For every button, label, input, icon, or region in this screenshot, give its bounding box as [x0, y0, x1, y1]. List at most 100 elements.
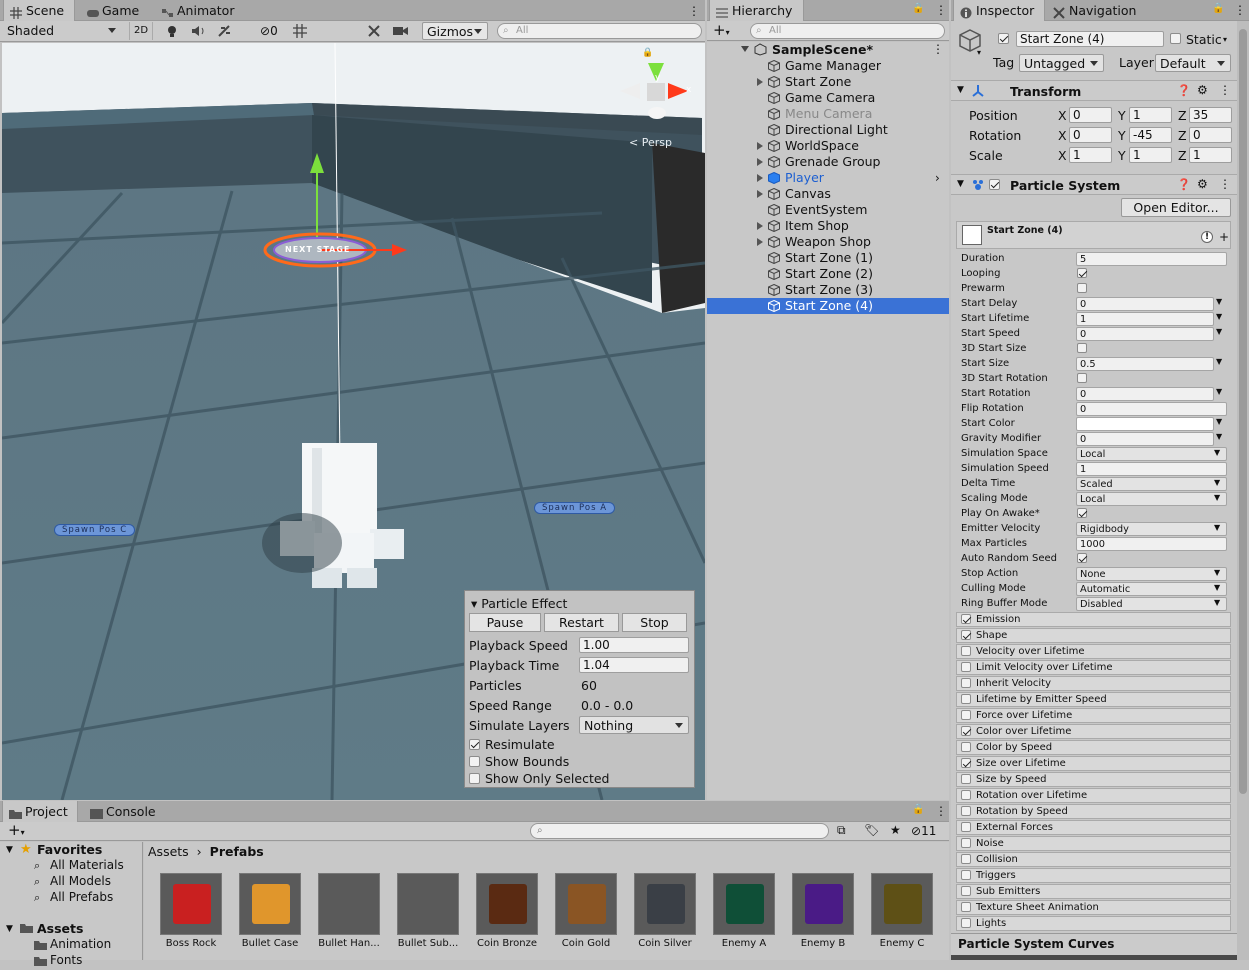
ps-module-row[interactable]: External Forces [956, 820, 1231, 835]
ps-module-row[interactable]: Size over Lifetime [956, 756, 1231, 771]
ps-module-row[interactable]: Size by Speed [956, 772, 1231, 787]
ps-module-checkbox[interactable] [961, 806, 971, 816]
more-menu-icon[interactable]: ⋮ [932, 42, 944, 56]
dropdown-arrow-icon[interactable]: ▼ [1216, 357, 1222, 366]
restart-button[interactable]: Restart [544, 613, 619, 632]
breadcrumb-prefabs[interactable]: Prefabs [210, 844, 264, 859]
expand-arrow-icon[interactable] [757, 222, 763, 230]
ps-prop-field[interactable]: 5 [1076, 252, 1227, 266]
gizmos-dropdown[interactable]: Gizmos [422, 22, 488, 40]
asset-thumbnail[interactable] [713, 873, 775, 935]
hierarchy-item[interactable]: Directional Light [707, 122, 949, 138]
dropdown-arrow-icon[interactable]: ▼ [1216, 312, 1222, 321]
ps-module-row[interactable]: Color by Speed [956, 740, 1231, 755]
ps-prop-field[interactable]: 0.5 [1076, 357, 1214, 371]
ps-module-checkbox[interactable] [961, 918, 971, 928]
transform-scale-z-field[interactable]: 1 [1189, 147, 1232, 163]
ps-prop-checkbox[interactable] [1077, 343, 1087, 353]
hierarchy-item[interactable]: Item Shop [707, 218, 949, 234]
asset-thumbnail[interactable] [792, 873, 854, 935]
ps-module-row[interactable]: Color over Lifetime [956, 724, 1231, 739]
hierarchy-search-input[interactable]: ⌕ All [750, 23, 945, 39]
pause-button[interactable]: Pause [469, 613, 541, 632]
open-editor-button[interactable]: Open Editor... [1121, 198, 1231, 217]
transform-scale-y-field[interactable]: 1 [1129, 147, 1172, 163]
lock-icon[interactable]: 🔒 [1212, 3, 1224, 14]
spawn-pos-c-label[interactable]: Spawn Pos C [54, 524, 136, 536]
tab-navigation[interactable]: Navigation [1047, 0, 1147, 21]
transform-header[interactable]: ▼ Transform ❓ ⚙ ⋮ [951, 80, 1237, 101]
icon-dropdown-arrow[interactable]: ▾ [977, 48, 981, 57]
transform-rotation-x-field[interactable]: 0 [1069, 127, 1112, 143]
settings-icon[interactable]: ⚙ [1197, 83, 1208, 97]
hierarchy-item[interactable]: EventSystem [707, 202, 949, 218]
ps-module-checkbox[interactable] [961, 886, 971, 896]
scene-search-input[interactable]: ⌕ All [497, 23, 702, 39]
dropdown-arrow-icon[interactable]: ▼ [1216, 432, 1222, 441]
asset-thumbnail[interactable] [871, 873, 933, 935]
ps-module-row[interactable]: Noise [956, 836, 1231, 851]
ps-module-checkbox[interactable] [961, 694, 971, 704]
ps-module-checkbox[interactable] [961, 902, 971, 912]
favorite-item[interactable]: All Models [50, 874, 111, 888]
ps-prop-checkbox[interactable] [1077, 268, 1087, 278]
ps-module-row[interactable]: Rotation by Speed [956, 804, 1231, 819]
ps-module-checkbox[interactable] [961, 710, 971, 720]
ps-color-field[interactable] [1076, 417, 1214, 431]
lighting-icon[interactable] [165, 24, 179, 41]
dropdown-arrow-icon[interactable]: ▼ [1216, 297, 1222, 306]
more-menu-icon[interactable]: ⋮ [1219, 177, 1231, 191]
tab-inspector[interactable]: Inspector [953, 0, 1045, 21]
ps-prop-field[interactable]: 1000 [1076, 537, 1227, 551]
ps-main-module-header[interactable]: Start Zone (4) ! + [956, 221, 1231, 249]
spawn-pos-a-label[interactable]: Spawn Pos A [534, 502, 616, 514]
hierarchy-item[interactable]: Start Zone (1) [707, 250, 949, 266]
audio-icon[interactable] [191, 24, 207, 41]
project-search-input[interactable]: ⌕ [530, 823, 829, 839]
expand-arrow-icon[interactable] [757, 142, 763, 150]
particle-system-curves-header[interactable]: Particle System Curves [951, 933, 1237, 955]
playback-speed-field[interactable]: 1.00 [579, 637, 689, 653]
ps-prop-select[interactable]: Scaled [1076, 477, 1227, 491]
ps-prop-field[interactable]: 1 [1076, 312, 1214, 326]
hierarchy-item[interactable]: Player › [707, 170, 949, 186]
simulate-layers-dropdown[interactable]: Nothing [579, 716, 689, 734]
tab-animator[interactable]: Animator [155, 0, 240, 21]
favorites-label[interactable]: Favorites [37, 842, 102, 857]
tab-project[interactable]: Project [2, 801, 78, 822]
label-icon[interactable]: 🏷 [864, 823, 879, 837]
ps-prop-field[interactable]: 0 [1076, 387, 1214, 401]
effects-icon[interactable] [217, 24, 233, 41]
expand-arrow-icon[interactable]: ▼ [6, 845, 13, 855]
ps-module-checkbox[interactable] [961, 646, 971, 656]
transform-rotation-z-field[interactable]: 0 [1189, 127, 1232, 143]
ps-module-checkbox[interactable] [961, 790, 971, 800]
ps-module-row[interactable]: Lifetime by Emitter Speed [956, 692, 1231, 707]
asset-thumbnail[interactable] [160, 873, 222, 935]
ps-module-checkbox[interactable] [961, 678, 971, 688]
tab-game[interactable]: Game [80, 0, 150, 21]
ps-prop-checkbox[interactable] [1077, 373, 1087, 383]
tab-scene[interactable]: Scene [3, 0, 75, 21]
asset-thumbnail[interactable] [397, 873, 459, 935]
expand-arrow-icon[interactable] [757, 238, 763, 246]
more-menu-icon[interactable]: ⋮ [935, 804, 947, 818]
ps-prop-field[interactable]: 1 [1076, 462, 1227, 476]
tag-dropdown[interactable]: Untagged [1019, 54, 1104, 72]
chevron-right-icon[interactable]: › [935, 170, 940, 186]
shading-dropdown[interactable]: Shaded [3, 22, 121, 40]
camera-icon[interactable] [392, 24, 410, 41]
ps-prop-checkbox[interactable] [1077, 283, 1087, 293]
dropdown-arrow-icon[interactable]: ▼ [1216, 387, 1222, 396]
dropdown-arrow-icon[interactable]: ▼ [1216, 327, 1222, 336]
ps-module-checkbox[interactable] [961, 774, 971, 784]
hierarchy-item[interactable]: Start Zone [707, 74, 949, 90]
hierarchy-item[interactable]: Game Manager [707, 58, 949, 74]
more-menu-icon[interactable]: ⋮ [1234, 3, 1246, 17]
ps-module-row[interactable]: Triggers [956, 868, 1231, 883]
ps-module-row[interactable]: Velocity over Lifetime [956, 644, 1231, 659]
favorite-item[interactable]: All Prefabs [50, 890, 113, 904]
show-only-selected-checkbox[interactable] [469, 773, 480, 784]
particle-effect-title[interactable]: ▾ Particle Effect [471, 596, 567, 611]
asset-thumbnail[interactable] [476, 873, 538, 935]
